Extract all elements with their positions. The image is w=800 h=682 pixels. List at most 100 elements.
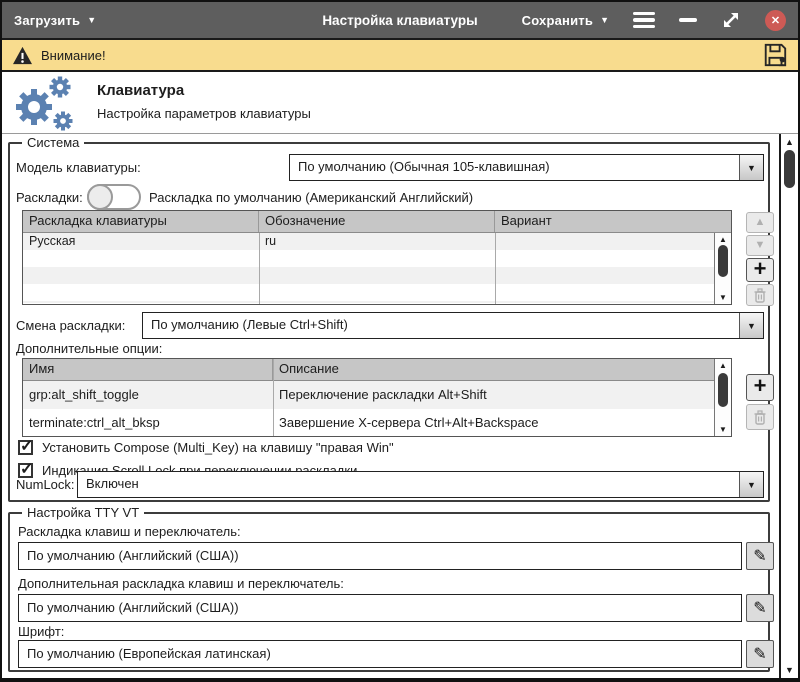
switch-hotkey-combobox[interactable]: По умолчанию (Левые Ctrl+Shift) ▼ [142, 312, 764, 339]
tty-layout-edit-button[interactable]: ✎ [746, 542, 774, 570]
switch-hotkey-label: Смена раскладки: [16, 318, 125, 333]
scroll-down-icon[interactable]: ▼ [715, 425, 731, 434]
close-button[interactable]: ✕ [765, 10, 786, 31]
warning-icon [12, 46, 33, 65]
save-to-file-button[interactable] [762, 42, 788, 68]
tty-layout-field[interactable]: По умолчанию (Английский (США)) [18, 542, 742, 570]
plus-icon: + [754, 258, 767, 280]
model-label: Модель клавиатуры: [16, 160, 141, 175]
layouts-table-scrollbar[interactable]: ▲ ▼ [714, 233, 731, 304]
keyboard-settings-window: Загрузить ▼ Настройка клавиатуры Сохрани… [0, 0, 800, 682]
column-header[interactable]: Описание [273, 359, 731, 380]
trash-icon [753, 410, 767, 425]
column-header[interactable]: Имя [23, 359, 273, 380]
warning-bar: Внимание! [2, 38, 798, 72]
arrow-down-icon: ▼ [755, 240, 766, 251]
column-header[interactable]: Раскладка клавиатуры [23, 211, 259, 232]
add-layout-button[interactable]: + [746, 258, 774, 282]
layouts-label: Раскладки: [16, 190, 83, 205]
plus-icon: + [754, 375, 767, 397]
options-table-header: Имя Описание [23, 359, 731, 381]
scrollbar-thumb[interactable] [718, 373, 728, 407]
table-cell [495, 233, 731, 250]
scroll-up-icon[interactable]: ▲ [781, 137, 798, 147]
compose-checkbox[interactable]: ✓ [18, 440, 33, 455]
scroll-up-icon[interactable]: ▲ [715, 235, 731, 244]
system-section-legend: Система [22, 135, 84, 150]
column-header[interactable]: Вариант [495, 211, 731, 232]
tty-font-edit-button[interactable]: ✎ [746, 640, 774, 668]
load-button-label: Загрузить [14, 13, 80, 28]
save-button-label: Сохранить [522, 13, 593, 28]
layouts-table-header: Раскладка клавиатуры Обозначение Вариант [23, 211, 731, 233]
layouts-table: Раскладка клавиатуры Обозначение Вариант… [22, 210, 732, 305]
move-down-button[interactable]: ▼ [746, 235, 774, 256]
scrollbar-thumb[interactable] [718, 245, 728, 277]
gears-icon [10, 75, 82, 138]
toggle-knob-icon [87, 184, 113, 210]
extra-options-label: Дополнительные опции: [16, 341, 162, 356]
numlock-combobox[interactable]: Включен ▼ [77, 471, 764, 498]
combo-dropdown-button[interactable]: ▼ [739, 472, 763, 497]
delete-option-button[interactable] [746, 404, 774, 430]
options-table: Имя Описание grp:alt_shift_toggleПереклю… [22, 358, 732, 437]
layouts-table-body: Русскаяru [23, 233, 731, 303]
chevron-down-icon: ▼ [87, 16, 96, 25]
keyboard-model-value: По умолчанию (Обычная 105-клавишная) [290, 155, 739, 180]
page-subtitle: Настройка параметров клавиатуры [97, 106, 311, 121]
tty-extra-layout-field[interactable]: По умолчанию (Английский (США)) [18, 594, 742, 622]
delete-layout-button[interactable] [746, 284, 774, 306]
tty-layout-label: Раскладка клавиш и переключатель: [18, 524, 241, 539]
save-button[interactable]: Сохранить ▼ [522, 13, 609, 28]
column-header[interactable]: Обозначение [259, 211, 495, 232]
layouts-toggle[interactable] [87, 184, 141, 210]
table-cell: terminate:ctrl_alt_bksp [23, 409, 273, 437]
minimize-button[interactable] [679, 18, 697, 22]
hamburger-icon [633, 12, 655, 16]
titlebar: Загрузить ▼ Настройка клавиатуры Сохрани… [2, 2, 798, 38]
table-cell: Завершение X-сервера Ctrl+Alt+Backspace [273, 409, 731, 437]
combo-dropdown-button[interactable]: ▼ [739, 313, 763, 338]
tty-font-field[interactable]: По умолчанию (Европейская латинская) [18, 640, 742, 668]
content-area: Система Модель клавиатуры: По умолчанию … [2, 134, 798, 678]
maximize-button[interactable] [721, 10, 741, 30]
table-row[interactable]: terminate:ctrl_alt_bkspЗавершение X-серв… [23, 409, 731, 437]
pencil-icon: ✎ [753, 644, 766, 664]
table-cell: ru [259, 233, 495, 250]
layouts-default-text: Раскладка по умолчанию (Американский Анг… [149, 190, 473, 205]
column-separator [259, 233, 260, 304]
scroll-down-icon[interactable]: ▼ [781, 665, 798, 675]
trash-icon [753, 288, 767, 303]
move-up-button[interactable]: ▲ [746, 212, 774, 233]
main-scrollbar[interactable]: ▲ ▼ [779, 134, 798, 678]
arrow-up-icon: ▲ [755, 217, 766, 228]
numlock-value: Включен [78, 472, 739, 497]
scroll-down-icon[interactable]: ▼ [715, 293, 731, 302]
column-separator [273, 359, 274, 436]
combo-dropdown-button[interactable]: ▼ [739, 155, 763, 180]
table-row[interactable]: Русскаяru [23, 233, 731, 250]
load-button[interactable]: Загрузить ▼ [14, 13, 96, 28]
scroll-up-icon[interactable]: ▲ [715, 361, 731, 370]
keyboard-model-combobox[interactable]: По умолчанию (Обычная 105-клавишная) ▼ [289, 154, 764, 181]
menu-button[interactable] [633, 12, 655, 29]
table-cell: Переключение раскладки Alt+Shift [273, 381, 731, 409]
scrolllock-checkbox[interactable]: ✓ [18, 463, 33, 478]
check-icon: ✓ [20, 436, 33, 456]
scrollbar-thumb[interactable] [784, 150, 795, 188]
check-icon: ✓ [20, 459, 33, 479]
expand-icon [721, 10, 741, 30]
column-separator [495, 233, 496, 304]
tty-section-legend: Настройка TTY VT [22, 505, 144, 520]
switch-hotkey-value: По умолчанию (Левые Ctrl+Shift) [143, 313, 739, 338]
tty-extra-layout-edit-button[interactable]: ✎ [746, 594, 774, 622]
pencil-icon: ✎ [753, 598, 766, 618]
chevron-down-icon: ▼ [600, 16, 609, 25]
compose-checkbox-row: ✓ Установить Compose (Multi_Key) на клав… [18, 440, 394, 455]
tty-font-label: Шрифт: [18, 624, 64, 639]
add-option-button[interactable]: + [746, 374, 774, 401]
table-row[interactable]: grp:alt_shift_toggleПереключение расклад… [23, 381, 731, 409]
options-table-scrollbar[interactable]: ▲ ▼ [714, 359, 731, 436]
tty-section: Настройка TTY VT Раскладка клавиш и пере… [8, 512, 770, 672]
floppy-save-icon [762, 42, 788, 68]
